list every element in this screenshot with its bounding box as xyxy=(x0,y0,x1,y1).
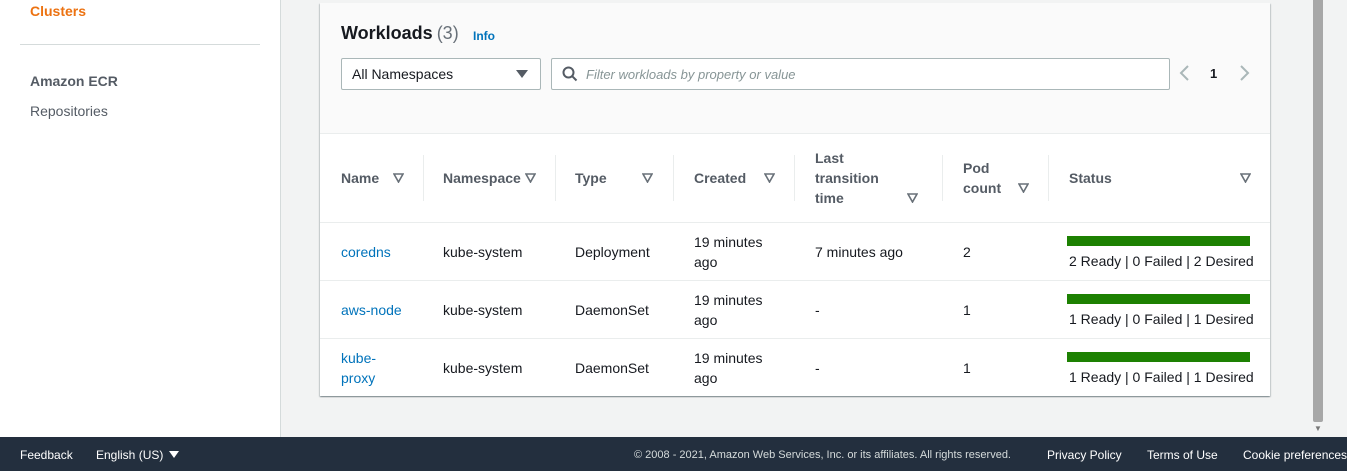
column-separator xyxy=(942,155,943,201)
cell-last-transition: 7 minutes ago xyxy=(815,244,903,260)
info-link[interactable]: Info xyxy=(473,29,495,43)
workloads-title: Workloads (3) xyxy=(341,23,459,44)
filter-input[interactable]: Filter workloads by property or value xyxy=(551,58,1170,90)
cell-status: 1 Ready | 0 Failed | 1 Desired xyxy=(1069,311,1254,327)
sidebar: Clusters Amazon ECR Repositories xyxy=(0,0,281,437)
filter-placeholder: Filter workloads by property or value xyxy=(586,67,796,82)
column-header-status[interactable]: Status xyxy=(1069,133,1259,221)
cell-pod-count: 1 xyxy=(963,302,971,318)
terms-of-use-link[interactable]: Terms of Use xyxy=(1147,448,1218,462)
sort-down-icon xyxy=(642,173,653,183)
sidebar-item-clusters[interactable]: Clusters xyxy=(30,3,86,19)
cell-type: DaemonSet xyxy=(575,360,649,376)
status-progress-bar xyxy=(1067,352,1250,362)
privacy-policy-link[interactable]: Privacy Policy xyxy=(1047,448,1122,462)
cell-last-transition: - xyxy=(815,302,820,318)
column-label-name: Name xyxy=(341,170,380,186)
sidebar-section-heading: Amazon ECR xyxy=(30,73,118,89)
column-separator xyxy=(1048,155,1049,201)
scroll-down-arrow-icon[interactable]: ▼ xyxy=(1314,424,1322,434)
chevron-left-icon[interactable] xyxy=(1178,63,1192,83)
row-divider xyxy=(320,280,1270,281)
namespace-select-value: All Namespaces xyxy=(352,66,454,82)
cell-pod-count: 2 xyxy=(963,244,971,260)
column-header-type[interactable]: Type xyxy=(575,133,675,221)
sidebar-item-repositories[interactable]: Repositories xyxy=(30,103,108,119)
sort-down-icon xyxy=(525,173,536,183)
cell-type: Deployment xyxy=(575,244,650,260)
scrollbar-thumb[interactable] xyxy=(1313,0,1323,422)
cell-last-transition: - xyxy=(815,360,820,376)
workload-name-link[interactable]: coredns xyxy=(341,242,391,262)
cell-type: DaemonSet xyxy=(575,302,649,318)
workload-name-link[interactable]: kube- xyxy=(341,348,376,368)
row-divider xyxy=(320,338,1270,339)
page-number[interactable]: 1 xyxy=(1210,66,1217,81)
workloads-header: Workloads (3) Info All Namespaces Filter … xyxy=(320,3,1270,134)
language-select[interactable]: English (US) xyxy=(96,448,180,462)
sort-down-icon xyxy=(1240,173,1251,183)
status-progress-bar xyxy=(1067,236,1250,246)
column-separator xyxy=(555,155,556,201)
column-label-pod-count-line1: Pod xyxy=(963,160,990,176)
column-separator xyxy=(673,155,674,201)
column-label-last-transition-line3: time xyxy=(815,190,844,206)
namespace-select[interactable]: All Namespaces xyxy=(341,58,541,90)
cell-namespace: kube-system xyxy=(443,302,523,318)
column-label-type: Type xyxy=(575,170,607,186)
cell-created: 19 minutes xyxy=(694,292,763,308)
cell-pod-count: 1 xyxy=(963,360,971,376)
workload-name-link[interactable]: proxy xyxy=(341,368,375,388)
chevron-right-icon[interactable] xyxy=(1237,63,1251,83)
column-label-namespace: Namespace xyxy=(443,170,521,186)
workloads-panel: Workloads (3) Info All Namespaces Filter … xyxy=(320,3,1270,396)
workloads-count: (3) xyxy=(436,23,459,43)
column-label-created: Created xyxy=(694,170,747,186)
sort-down-icon xyxy=(393,173,404,183)
language-label: English (US) xyxy=(96,448,164,462)
column-separator xyxy=(423,155,424,201)
column-header-name[interactable]: Name xyxy=(341,133,421,221)
column-label-last-transition-line2: transition xyxy=(815,170,879,186)
cell-namespace: kube-system xyxy=(443,360,523,376)
chevron-down-icon xyxy=(516,70,528,78)
column-separator xyxy=(794,155,795,201)
footer: Feedback English (US) © 2008 - 2021, Ama… xyxy=(0,437,1347,471)
sort-down-icon xyxy=(907,193,918,203)
caret-down-icon xyxy=(169,451,180,458)
column-header-namespace[interactable]: Namespace xyxy=(443,133,553,221)
column-header-created[interactable]: Created xyxy=(694,133,794,221)
search-icon xyxy=(562,66,578,82)
cookie-preferences-link[interactable]: Cookie preferences xyxy=(1243,448,1347,462)
feedback-link[interactable]: Feedback xyxy=(20,448,73,462)
column-header-last-transition-time[interactable]: Last transition time xyxy=(815,133,927,221)
cell-created: ago xyxy=(694,254,718,270)
workload-name-link[interactable]: aws-node xyxy=(341,300,402,320)
header-divider xyxy=(320,222,1270,223)
cell-created: 19 minutes xyxy=(694,234,763,250)
workloads-title-text: Workloads xyxy=(341,23,433,43)
cell-created: 19 minutes xyxy=(694,350,763,366)
cell-status: 1 Ready | 0 Failed | 1 Desired xyxy=(1069,369,1254,385)
column-label-pod-count-line2: count xyxy=(963,180,1002,196)
cell-created: ago xyxy=(694,312,718,328)
cell-namespace: kube-system xyxy=(443,244,523,260)
column-label-status: Status xyxy=(1069,170,1112,186)
cell-created: ago xyxy=(694,370,718,386)
copyright-text: © 2008 - 2021, Amazon Web Services, Inc.… xyxy=(634,449,1011,461)
cell-status: 2 Ready | 0 Failed | 2 Desired xyxy=(1069,253,1254,269)
sort-down-icon xyxy=(764,173,775,183)
column-label-last-transition-line1: Last xyxy=(815,150,844,166)
sidebar-divider xyxy=(20,44,260,45)
page-scrollbar[interactable]: ▼ xyxy=(1310,0,1326,437)
column-header-pod-count[interactable]: Pod count xyxy=(963,133,1053,221)
status-progress-bar xyxy=(1067,294,1250,304)
sort-down-icon xyxy=(1018,183,1029,193)
